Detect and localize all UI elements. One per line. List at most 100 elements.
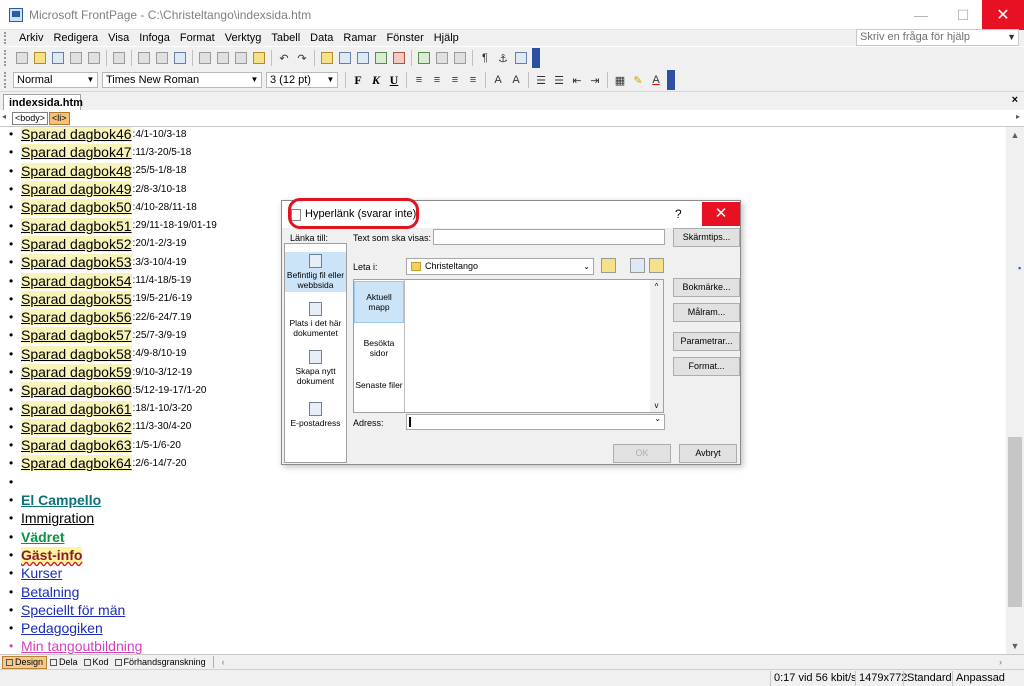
link-speciellt-for-man[interactable]: Speciellt för män	[21, 602, 125, 618]
link-betalning[interactable]: Betalning	[21, 584, 79, 600]
place-current-folder[interactable]: Aktuell mapp	[354, 281, 404, 323]
page-size[interactable]: 1479x772	[855, 671, 907, 686]
chevron-down-icon[interactable]: v	[650, 401, 663, 410]
help-search-input[interactable]: Skriv en fråga för hjälp ▼	[856, 29, 1019, 46]
menu-data[interactable]: Data	[305, 30, 338, 46]
saved-diary-link[interactable]: Sparad dagbok61	[21, 400, 132, 417]
highlight-icon[interactable]: ✎	[630, 72, 646, 88]
toolbar-grip[interactable]	[4, 50, 8, 66]
saved-diary-link[interactable]: Sparad dagbok53	[21, 254, 132, 271]
link-immigration[interactable]: Immigration	[21, 510, 94, 526]
frontpage-app-icon[interactable]	[9, 7, 23, 22]
tab-forhandsgranskning[interactable]: Förhandsgranskning	[112, 656, 209, 669]
saved-diary-link[interactable]: Sparad dagbok48	[21, 162, 132, 179]
insert-table-icon[interactable]	[337, 50, 353, 66]
chevron-down-icon[interactable]: ▼	[85, 74, 96, 86]
ok-button[interactable]: OK	[613, 444, 671, 463]
underline-button[interactable]: U	[386, 72, 402, 88]
vertical-scrollbar[interactable]: ▲ ▪ ▼	[1006, 127, 1024, 654]
increase-indent-icon[interactable]: ⇥	[587, 72, 603, 88]
chevron-right-icon[interactable]: ▸	[1016, 112, 1020, 121]
spelling-icon[interactable]	[172, 50, 188, 66]
font-select[interactable]: Times New Roman ▼	[102, 72, 262, 88]
help-icon[interactable]	[513, 50, 529, 66]
menu-redigera[interactable]: Redigera	[48, 30, 103, 46]
justify-icon[interactable]: ≡	[465, 72, 481, 88]
align-right-icon[interactable]: ≡	[447, 72, 463, 88]
link-existing-file[interactable]: Befintlig fil eller webbsida	[285, 252, 346, 292]
cancel-button[interactable]: Avbryt	[679, 444, 737, 463]
browse-web-icon[interactable]	[630, 258, 645, 273]
saved-diary-link[interactable]: Sparad dagbok57	[21, 327, 132, 344]
chevron-left-icon[interactable]: ◂	[2, 112, 6, 121]
style-select[interactable]: Normal ▼	[13, 72, 98, 88]
chevron-down-icon[interactable]: ▼	[1007, 30, 1016, 45]
publish-icon[interactable]	[86, 50, 102, 66]
link-el-campello[interactable]: El Campello	[21, 492, 101, 508]
hyperlink-icon[interactable]	[416, 50, 432, 66]
toolbar-options-icon[interactable]	[532, 48, 540, 68]
bold-button[interactable]: F	[350, 72, 366, 88]
chevron-down-icon[interactable]: ⌄	[654, 414, 661, 423]
scroll-left-icon[interactable]: ‹	[222, 657, 225, 667]
align-left-icon[interactable]: ≡	[411, 72, 427, 88]
tag-body[interactable]: <body>	[12, 112, 49, 125]
scroll-up-icon[interactable]: ▲	[1006, 127, 1024, 143]
dialog-close-button[interactable]: ✕	[702, 202, 740, 226]
bookmark-button[interactable]: Bokmärke...	[673, 278, 740, 297]
menubar-grip[interactable]	[4, 32, 8, 44]
parameters-button[interactable]: Parametrar...	[673, 332, 740, 351]
saved-diary-link[interactable]: Sparad dagbok55	[21, 290, 132, 307]
paste-icon[interactable]	[233, 50, 249, 66]
new-page-icon[interactable]	[14, 50, 30, 66]
place-recent-files[interactable]: Senaste filer	[354, 378, 404, 408]
close-document-icon[interactable]: ×	[1012, 94, 1018, 106]
menu-format[interactable]: Format	[175, 30, 220, 46]
style-button[interactable]: Format...	[673, 357, 740, 376]
scroll-thumb[interactable]	[1008, 437, 1022, 607]
cut-icon[interactable]	[197, 50, 213, 66]
format-painter-icon[interactable]	[251, 50, 267, 66]
menu-hjalp[interactable]: Hjälp	[429, 30, 464, 46]
saved-diary-link[interactable]: Sparad dagbok58	[21, 345, 132, 362]
chevron-down-icon[interactable]: ⌄	[583, 259, 590, 274]
saved-diary-link[interactable]: Sparad dagbok63	[21, 437, 132, 454]
text-to-display-input[interactable]	[433, 229, 665, 245]
tab-dela[interactable]: Dela	[47, 656, 81, 669]
dialog-title-bar[interactable]: Hyperlänk (svarar inte) ? ✕	[282, 198, 740, 229]
dialog-help-button[interactable]: ?	[675, 207, 682, 221]
saved-diary-link[interactable]: Sparad dagbok50	[21, 199, 132, 216]
link-email-address[interactable]: E-postadress	[285, 402, 346, 430]
menu-visa[interactable]: Visa	[103, 30, 134, 46]
saved-diary-link[interactable]: Sparad dagbok47	[21, 144, 132, 161]
redo-icon[interactable]: ↷	[294, 50, 310, 66]
saved-diary-link[interactable]: Sparad dagbok59	[21, 364, 132, 380]
stop-icon[interactable]	[452, 50, 468, 66]
link-kurser[interactable]: Kurser	[21, 565, 62, 581]
scroll-right-icon[interactable]: ›	[999, 657, 1002, 667]
insert-picture-icon[interactable]	[373, 50, 389, 66]
print-icon[interactable]	[136, 50, 152, 66]
link-min-tangoutbildning[interactable]: Min tangoutbildning	[21, 638, 142, 654]
tab-design[interactable]: Design	[2, 655, 48, 669]
undo-icon[interactable]: ↶	[276, 50, 292, 66]
screentip-button[interactable]: Skärmtips...	[673, 228, 740, 247]
maximize-button[interactable]: ☐	[940, 0, 986, 30]
saved-diary-link[interactable]: Sparad dagbok56	[21, 309, 132, 326]
tab-indexsida[interactable]: indexsida.htm	[3, 94, 83, 111]
drawing-icon[interactable]	[391, 50, 407, 66]
align-center-icon[interactable]: ≡	[429, 72, 445, 88]
decrease-font-icon[interactable]: A	[508, 72, 524, 88]
saved-diary-link[interactable]: Sparad dagbok64	[21, 455, 132, 472]
link-vadret[interactable]: Vädret	[21, 529, 65, 545]
target-frame-button[interactable]: Målram...	[673, 303, 740, 322]
look-in-select[interactable]: Christeltango ⌄	[406, 258, 594, 275]
file-list[interactable]: Aktuell mapp Besökta sidor Senaste filer…	[353, 279, 664, 413]
saved-diary-link[interactable]: Sparad dagbok49	[21, 181, 132, 198]
increase-font-icon[interactable]: A	[490, 72, 506, 88]
insert-layer-icon[interactable]	[355, 50, 371, 66]
menu-ramar[interactable]: Ramar	[338, 30, 381, 46]
decrease-indent-icon[interactable]: ⇤	[569, 72, 585, 88]
browse-file-icon[interactable]	[649, 258, 664, 273]
up-folder-icon[interactable]	[601, 258, 616, 273]
